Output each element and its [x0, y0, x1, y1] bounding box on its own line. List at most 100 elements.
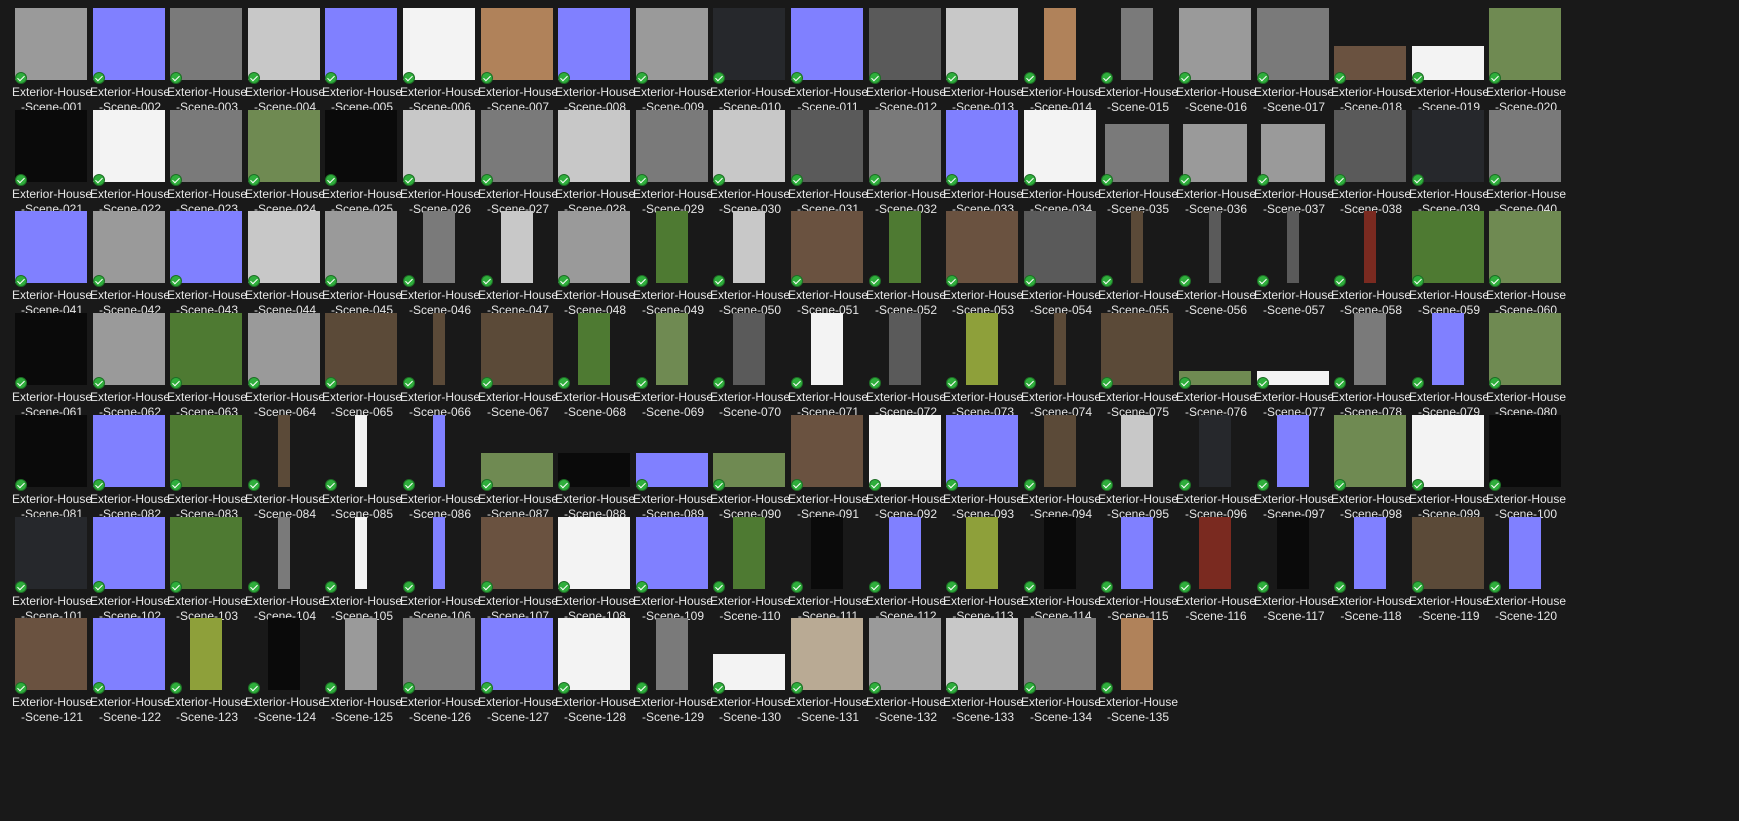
file-item[interactable]: Exterior-House-Scene-068 — [553, 313, 637, 425]
file-item[interactable]: Exterior-House-Scene-031 — [786, 110, 870, 222]
file-item[interactable]: Exterior-House-Scene-015 — [1096, 8, 1180, 120]
file-item[interactable]: Exterior-House-Scene-094 — [1019, 415, 1103, 527]
file-item[interactable]: Exterior-House-Scene-104 — [243, 517, 327, 629]
file-item[interactable]: Exterior-House-Scene-014 — [1019, 8, 1103, 120]
file-item[interactable]: Exterior-House-Scene-073 — [941, 313, 1025, 425]
file-item[interactable]: Exterior-House-Scene-013 — [941, 8, 1025, 120]
file-item[interactable]: Exterior-House-Scene-092 — [864, 415, 948, 527]
file-item[interactable]: Exterior-House-Scene-110 — [708, 517, 792, 629]
file-item[interactable]: Exterior-House-Scene-066 — [398, 313, 482, 425]
file-item[interactable]: Exterior-House-Scene-084 — [243, 415, 327, 527]
file-item[interactable]: Exterior-House-Scene-006 — [398, 8, 482, 120]
file-item[interactable]: Exterior-House-Scene-008 — [553, 8, 637, 120]
file-item[interactable]: Exterior-House-Scene-118 — [1329, 517, 1413, 629]
file-item[interactable]: Exterior-House-Scene-056 — [1174, 211, 1258, 323]
file-item[interactable]: Exterior-House-Scene-069 — [631, 313, 715, 425]
file-item[interactable]: Exterior-House-Scene-001 — [10, 8, 94, 120]
file-item[interactable]: Exterior-House-Scene-078 — [1329, 313, 1413, 425]
file-item[interactable]: Exterior-House-Scene-100 — [1484, 415, 1568, 527]
file-item[interactable]: Exterior-House-Scene-120 — [1484, 517, 1568, 629]
file-item[interactable]: Exterior-House-Scene-121 — [10, 618, 94, 730]
file-item[interactable]: Exterior-House-Scene-128 — [553, 618, 637, 730]
file-item[interactable]: Exterior-House-Scene-117 — [1252, 517, 1336, 629]
file-item[interactable]: Exterior-House-Scene-103 — [165, 517, 249, 629]
file-item[interactable]: Exterior-House-Scene-016 — [1174, 8, 1258, 120]
file-item[interactable]: Exterior-House-Scene-048 — [553, 211, 637, 323]
file-item[interactable]: Exterior-House-Scene-090 — [708, 415, 792, 527]
file-item[interactable]: Exterior-House-Scene-093 — [941, 415, 1025, 527]
file-item[interactable]: Exterior-House-Scene-018 — [1329, 8, 1413, 120]
file-item[interactable]: Exterior-House-Scene-041 — [10, 211, 94, 323]
file-item[interactable]: Exterior-House-Scene-102 — [88, 517, 172, 629]
file-item[interactable]: Exterior-House-Scene-126 — [398, 618, 482, 730]
file-item[interactable]: Exterior-House-Scene-089 — [631, 415, 715, 527]
file-item[interactable]: Exterior-House-Scene-111 — [786, 517, 870, 629]
file-item[interactable]: Exterior-House-Scene-036 — [1174, 110, 1258, 222]
file-item[interactable]: Exterior-House-Scene-022 — [88, 110, 172, 222]
file-item[interactable]: Exterior-House-Scene-028 — [553, 110, 637, 222]
file-item[interactable]: Exterior-House-Scene-032 — [864, 110, 948, 222]
file-item[interactable]: Exterior-House-Scene-050 — [708, 211, 792, 323]
file-item[interactable]: Exterior-House-Scene-009 — [631, 8, 715, 120]
file-item[interactable]: Exterior-House-Scene-004 — [243, 8, 327, 120]
file-item[interactable]: Exterior-House-Scene-005 — [320, 8, 404, 120]
file-item[interactable]: Exterior-House-Scene-083 — [165, 415, 249, 527]
file-item[interactable]: Exterior-House-Scene-062 — [88, 313, 172, 425]
file-item[interactable]: Exterior-House-Scene-049 — [631, 211, 715, 323]
file-item[interactable]: Exterior-House-Scene-127 — [476, 618, 560, 730]
file-item[interactable]: Exterior-House-Scene-087 — [476, 415, 560, 527]
file-item[interactable]: Exterior-House-Scene-119 — [1407, 517, 1491, 629]
file-item[interactable]: Exterior-House-Scene-106 — [398, 517, 482, 629]
file-item[interactable]: Exterior-House-Scene-124 — [243, 618, 327, 730]
file-item[interactable]: Exterior-House-Scene-052 — [864, 211, 948, 323]
file-item[interactable]: Exterior-House-Scene-113 — [941, 517, 1025, 629]
file-item[interactable]: Exterior-House-Scene-129 — [631, 618, 715, 730]
file-item[interactable]: Exterior-House-Scene-047 — [476, 211, 560, 323]
file-item[interactable]: Exterior-House-Scene-060 — [1484, 211, 1568, 323]
file-item[interactable]: Exterior-House-Scene-081 — [10, 415, 94, 527]
file-item[interactable]: Exterior-House-Scene-134 — [1019, 618, 1103, 730]
file-item[interactable]: Exterior-House-Scene-051 — [786, 211, 870, 323]
file-item[interactable]: Exterior-House-Scene-033 — [941, 110, 1025, 222]
file-item[interactable]: Exterior-House-Scene-096 — [1174, 415, 1258, 527]
file-item[interactable]: Exterior-House-Scene-021 — [10, 110, 94, 222]
file-item[interactable]: Exterior-House-Scene-085 — [320, 415, 404, 527]
file-item[interactable]: Exterior-House-Scene-061 — [10, 313, 94, 425]
file-item[interactable]: Exterior-House-Scene-025 — [320, 110, 404, 222]
file-item[interactable]: Exterior-House-Scene-125 — [320, 618, 404, 730]
file-item[interactable]: Exterior-House-Scene-071 — [786, 313, 870, 425]
file-item[interactable]: Exterior-House-Scene-003 — [165, 8, 249, 120]
file-item[interactable]: Exterior-House-Scene-109 — [631, 517, 715, 629]
file-item[interactable]: Exterior-House-Scene-122 — [88, 618, 172, 730]
file-item[interactable]: Exterior-House-Scene-114 — [1019, 517, 1103, 629]
file-item[interactable]: Exterior-House-Scene-024 — [243, 110, 327, 222]
file-item[interactable]: Exterior-House-Scene-130 — [708, 618, 792, 730]
file-item[interactable]: Exterior-House-Scene-057 — [1252, 211, 1336, 323]
file-item[interactable]: Exterior-House-Scene-042 — [88, 211, 172, 323]
file-item[interactable]: Exterior-House-Scene-037 — [1252, 110, 1336, 222]
file-item[interactable]: Exterior-House-Scene-095 — [1096, 415, 1180, 527]
file-item[interactable]: Exterior-House-Scene-105 — [320, 517, 404, 629]
file-item[interactable]: Exterior-House-Scene-029 — [631, 110, 715, 222]
file-item[interactable]: Exterior-House-Scene-064 — [243, 313, 327, 425]
file-item[interactable]: Exterior-House-Scene-017 — [1252, 8, 1336, 120]
file-item[interactable]: Exterior-House-Scene-133 — [941, 618, 1025, 730]
file-item[interactable]: Exterior-House-Scene-108 — [553, 517, 637, 629]
file-item[interactable]: Exterior-House-Scene-101 — [10, 517, 94, 629]
file-item[interactable]: Exterior-House-Scene-038 — [1329, 110, 1413, 222]
file-item[interactable]: Exterior-House-Scene-079 — [1407, 313, 1491, 425]
file-item[interactable]: Exterior-House-Scene-075 — [1096, 313, 1180, 425]
file-item[interactable]: Exterior-House-Scene-002 — [88, 8, 172, 120]
file-item[interactable]: Exterior-House-Scene-072 — [864, 313, 948, 425]
file-item[interactable]: Exterior-House-Scene-055 — [1096, 211, 1180, 323]
file-item[interactable]: Exterior-House-Scene-116 — [1174, 517, 1258, 629]
file-item[interactable]: Exterior-House-Scene-065 — [320, 313, 404, 425]
file-item[interactable]: Exterior-House-Scene-076 — [1174, 313, 1258, 425]
file-item[interactable]: Exterior-House-Scene-012 — [864, 8, 948, 120]
file-item[interactable]: Exterior-House-Scene-082 — [88, 415, 172, 527]
file-item[interactable]: Exterior-House-Scene-044 — [243, 211, 327, 323]
file-item[interactable]: Exterior-House-Scene-010 — [708, 8, 792, 120]
file-item[interactable]: Exterior-House-Scene-123 — [165, 618, 249, 730]
file-item[interactable]: Exterior-House-Scene-112 — [864, 517, 948, 629]
file-item[interactable]: Exterior-House-Scene-040 — [1484, 110, 1568, 222]
